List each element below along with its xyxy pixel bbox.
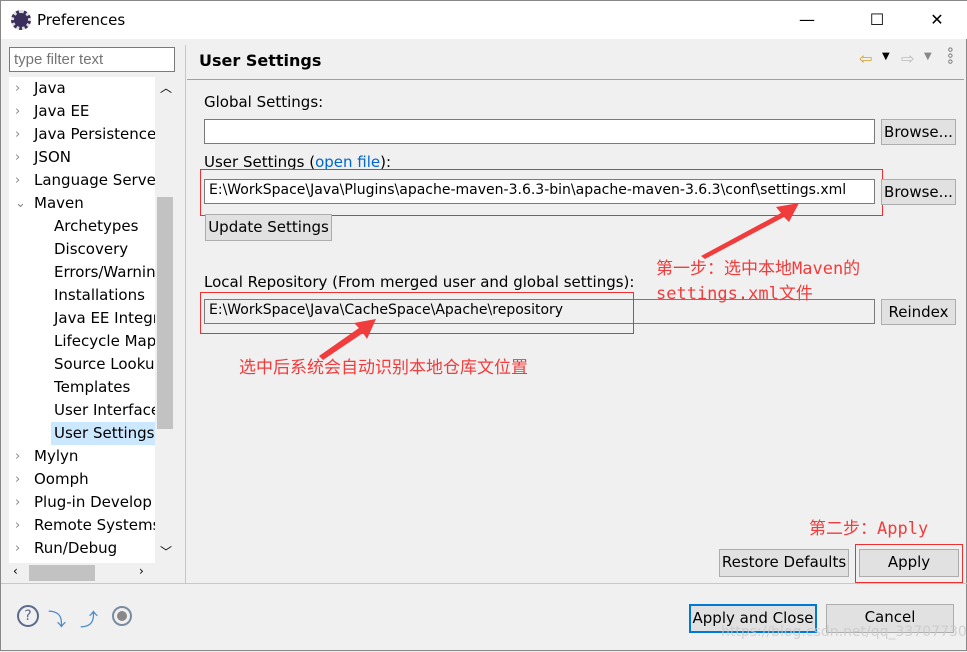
step1-annotation-line1: 第一步：选中本地Maven的	[656, 259, 861, 279]
watermark: https://blog.csdn.net/qq_33707730	[721, 624, 967, 640]
apply-button[interactable]: Apply	[859, 549, 959, 577]
restore-defaults-button[interactable]: Restore Defaults	[719, 549, 849, 577]
help-icon[interactable]: ?	[17, 605, 39, 627]
arrow-to-user-settings	[701, 203, 799, 259]
local-repo-annotation: 选中后系统会自动识别本地仓库文位置	[239, 358, 528, 378]
step1-annotation-line2: settings.xml文件	[656, 284, 813, 304]
footer-divider	[1, 583, 967, 584]
record-icon[interactable]	[112, 606, 132, 626]
arrow-to-local-repo	[319, 319, 376, 360]
step2-annotation: 第二步：Apply	[809, 519, 929, 539]
import-icon[interactable]: ⤵	[48, 606, 66, 632]
export-icon[interactable]: ⤴	[80, 606, 98, 632]
